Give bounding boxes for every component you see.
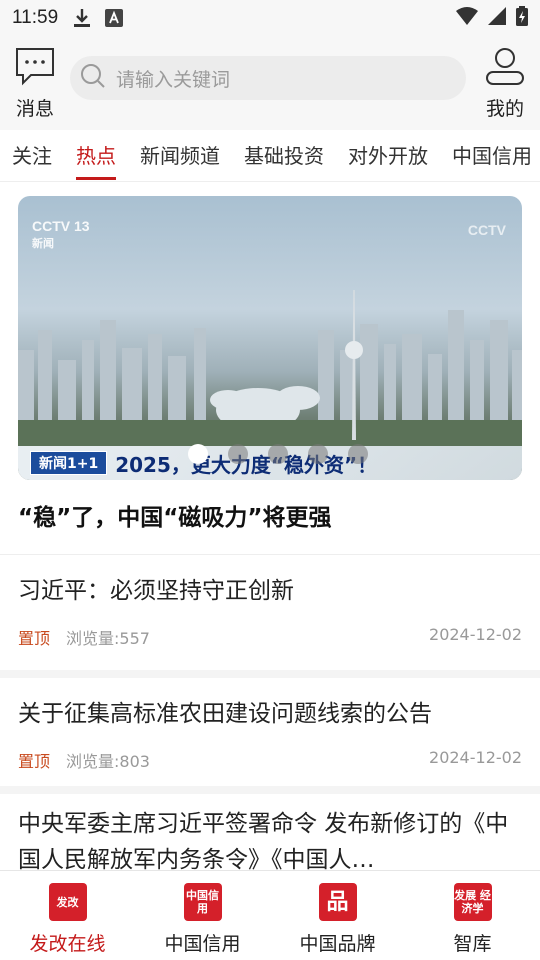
- news-date: 2024-12-02: [429, 625, 522, 644]
- nav-china-credit[interactable]: 中国信用 中国信用: [135, 871, 270, 960]
- news-title: 关于征集高标准农田建设问题线索的公告: [18, 701, 432, 727]
- search-placeholder: 请输入关键词: [116, 68, 231, 91]
- credit-icon: 中国信用: [183, 883, 222, 921]
- fagai-icon: 发改: [48, 883, 87, 921]
- tab-follow[interactable]: 关注: [0, 130, 64, 181]
- status-time: 11:59: [12, 7, 59, 28]
- nav-fagai-online[interactable]: 发改 发改在线: [0, 871, 135, 960]
- pinned-badge: 置顶: [18, 629, 51, 648]
- carousel-dot[interactable]: [188, 444, 208, 464]
- city-skyline-image: [18, 290, 522, 450]
- tab-china-credit[interactable]: 中国信用: [440, 130, 540, 181]
- news-title: 习近平：必须坚持守正创新: [18, 578, 294, 604]
- news-title: 中央军委主席习近平签署命令 发布新修订的《中国人民解放军内务条令》《中国人…: [18, 811, 509, 873]
- news-meta: 置顶 浏览量:557 2024-12-02: [18, 625, 522, 649]
- tab-infrastructure-investment[interactable]: 基础投资: [232, 130, 336, 181]
- search-input[interactable]: 请输入关键词: [70, 56, 466, 100]
- status-bar: 11:59: [0, 0, 540, 36]
- carousel-dot[interactable]: [268, 444, 288, 464]
- message-icon: [14, 48, 56, 90]
- signal-icon: [488, 7, 506, 29]
- mine-label: 我的: [485, 98, 524, 120]
- news-item[interactable]: 关于征集高标准农田建设问题线索的公告 置顶 浏览量:803 2024-12-02: [0, 670, 540, 786]
- tab-hot[interactable]: 热点: [64, 130, 128, 181]
- carousel-dot[interactable]: [308, 444, 328, 464]
- news-list: 习近平：必须坚持守正创新 置顶 浏览量:557 2024-12-02 关于征集高…: [0, 554, 540, 886]
- tab-opening-up[interactable]: 对外开放: [336, 130, 440, 181]
- brand-icon: 品: [318, 883, 357, 921]
- category-tabs: 关注 热点 新闻频道 基础投资 对外开放 中国信用: [0, 130, 540, 182]
- caption-tag: 新闻1+1: [30, 451, 108, 475]
- nav-label: 中国品牌: [299, 933, 376, 955]
- tab-news-channel[interactable]: 新闻频道: [128, 130, 232, 181]
- nav-china-brand[interactable]: 品 中国品牌: [270, 871, 405, 960]
- nav-label: 发改在线: [29, 933, 106, 955]
- cctv-watermark: CCTV: [467, 222, 506, 238]
- banner-carousel[interactable]: CCTV 13 新闻 CCTV 新闻1+1 2025，更大力度“稳外资”！: [18, 196, 522, 480]
- bottom-navigation: 发改 发改在线 中国信用 中国信用 品 中国品牌 发展 经济学 智库: [0, 870, 540, 960]
- mine-button[interactable]: 我的: [482, 46, 528, 121]
- view-count: 浏览量:803: [66, 752, 150, 771]
- user-icon: [484, 48, 526, 90]
- carousel-dot[interactable]: [228, 444, 248, 464]
- carousel-dot[interactable]: [348, 444, 368, 464]
- logo-sub: 新闻: [32, 238, 54, 250]
- message-button[interactable]: 消息: [12, 46, 58, 121]
- battery-icon: [516, 6, 528, 30]
- carousel-indicator: [188, 444, 368, 464]
- news-date: 2024-12-02: [429, 748, 522, 767]
- pinned-badge: 置顶: [18, 752, 51, 771]
- search-icon: [80, 63, 106, 93]
- app-header: 消息 请输入关键词 我的: [0, 36, 540, 130]
- font-icon: [104, 8, 124, 28]
- wifi-icon: [456, 7, 478, 29]
- message-label: 消息: [15, 98, 54, 120]
- logo-text: CCTV 13: [32, 218, 90, 234]
- news-item[interactable]: 习近平：必须坚持守正创新 置顶 浏览量:557 2024-12-02: [0, 554, 540, 670]
- news-meta: 置顶 浏览量:803 2024-12-02: [18, 748, 522, 772]
- nav-label: 智库: [453, 933, 492, 955]
- nav-label: 中国信用: [164, 933, 241, 955]
- banner-headline[interactable]: “稳”了，中国“磁吸力”将更强: [18, 498, 331, 532]
- view-count: 浏览量:557: [66, 629, 150, 648]
- download-icon: [72, 8, 92, 28]
- think-tank-icon: 发展 经济学: [453, 883, 492, 921]
- cctv13-logo: CCTV 13 新闻: [32, 218, 90, 251]
- nav-think-tank[interactable]: 发展 经济学 智库: [405, 871, 540, 960]
